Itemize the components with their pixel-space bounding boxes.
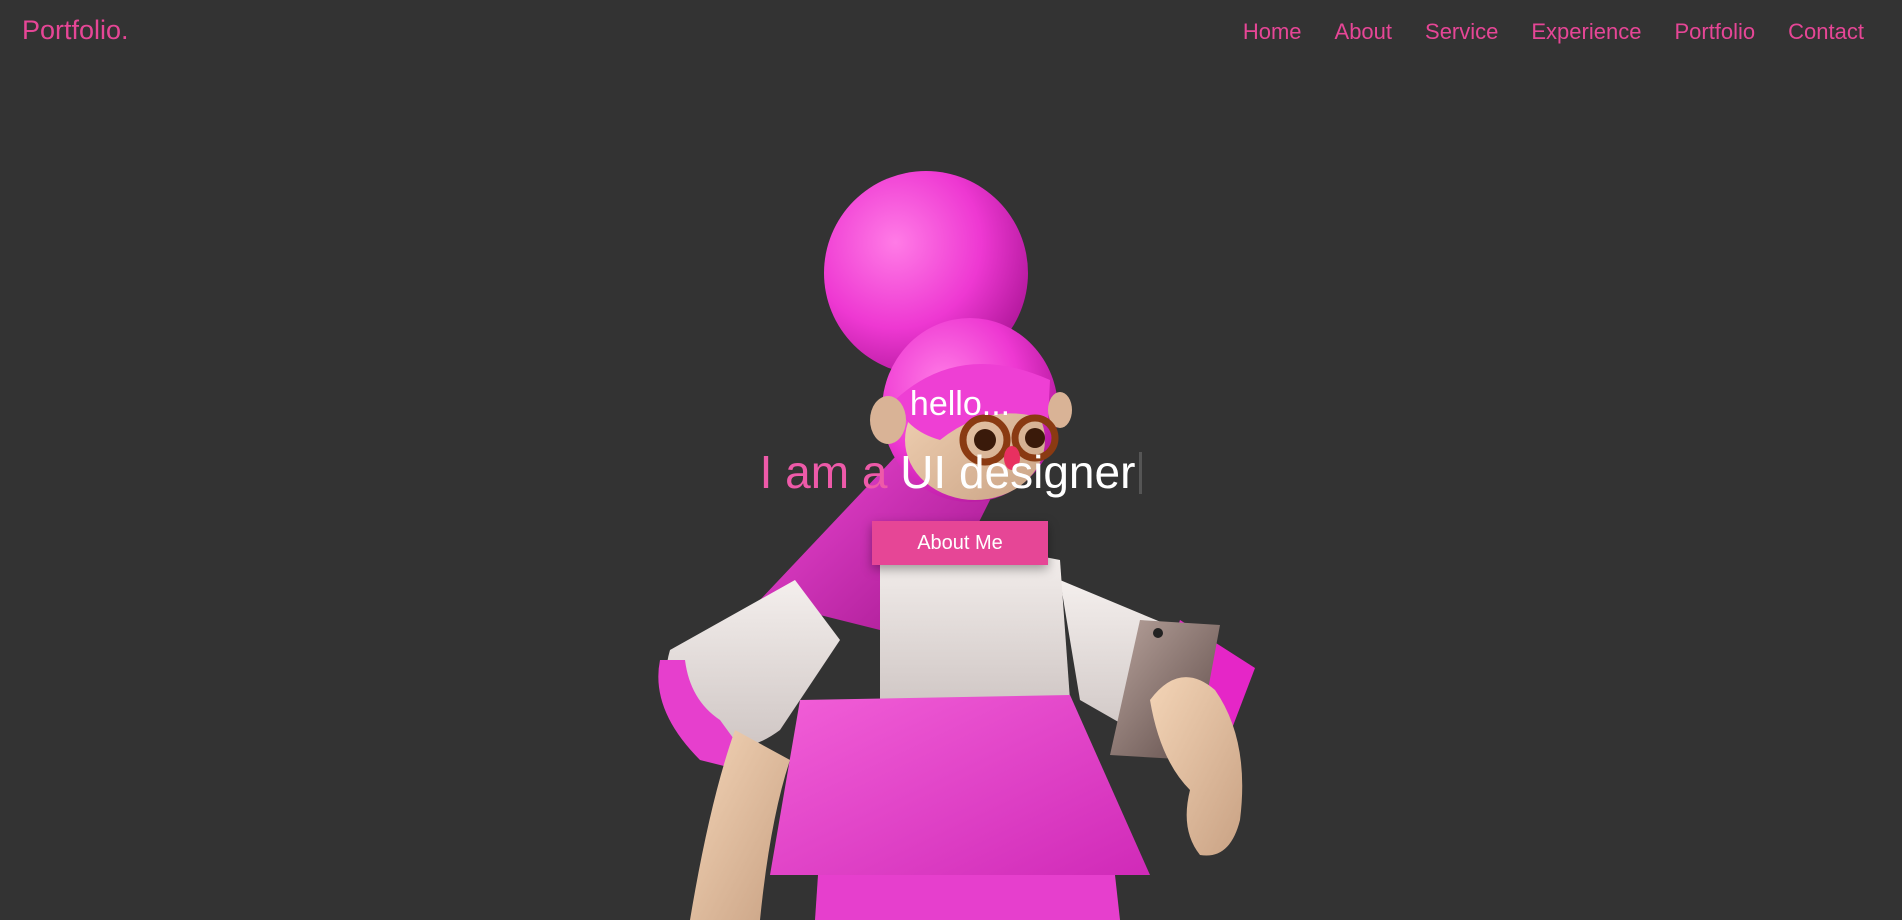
headline-role: UI designer [900,446,1136,498]
hero-text-block: hello... I am a UI designer About Me [0,0,1902,920]
nav-item-contact: Contact [1788,19,1864,45]
nav-item-experience: Experience [1531,19,1641,45]
headline-prefix: I am a [759,446,888,498]
nav-link-contact[interactable]: Contact [1788,19,1864,44]
nav-link-home[interactable]: Home [1243,19,1302,44]
nav-link-about[interactable]: About [1335,19,1393,44]
nav-links: Home About Service Experience Portfolio … [1243,19,1864,45]
hero-headline: I am a UI designer [0,445,1902,499]
nav-item-service: Service [1425,19,1498,45]
about-me-button[interactable]: About Me [872,521,1048,565]
hero-greeting: hello... [909,385,1011,423]
hero-section: Portfolio. Home About Service Experience… [0,0,1902,920]
nav-link-service[interactable]: Service [1425,19,1498,44]
logo-link[interactable]: Portfolio. [22,15,129,46]
nav-item-portfolio: Portfolio [1674,19,1755,45]
typing-cursor [1139,452,1143,494]
nav-link-experience[interactable]: Experience [1531,19,1641,44]
nav-link-portfolio[interactable]: Portfolio [1674,19,1755,44]
top-navbar: Portfolio. Home About Service Experience… [0,0,1902,64]
nav-item-home: Home [1243,19,1302,45]
nav-item-about: About [1335,19,1393,45]
